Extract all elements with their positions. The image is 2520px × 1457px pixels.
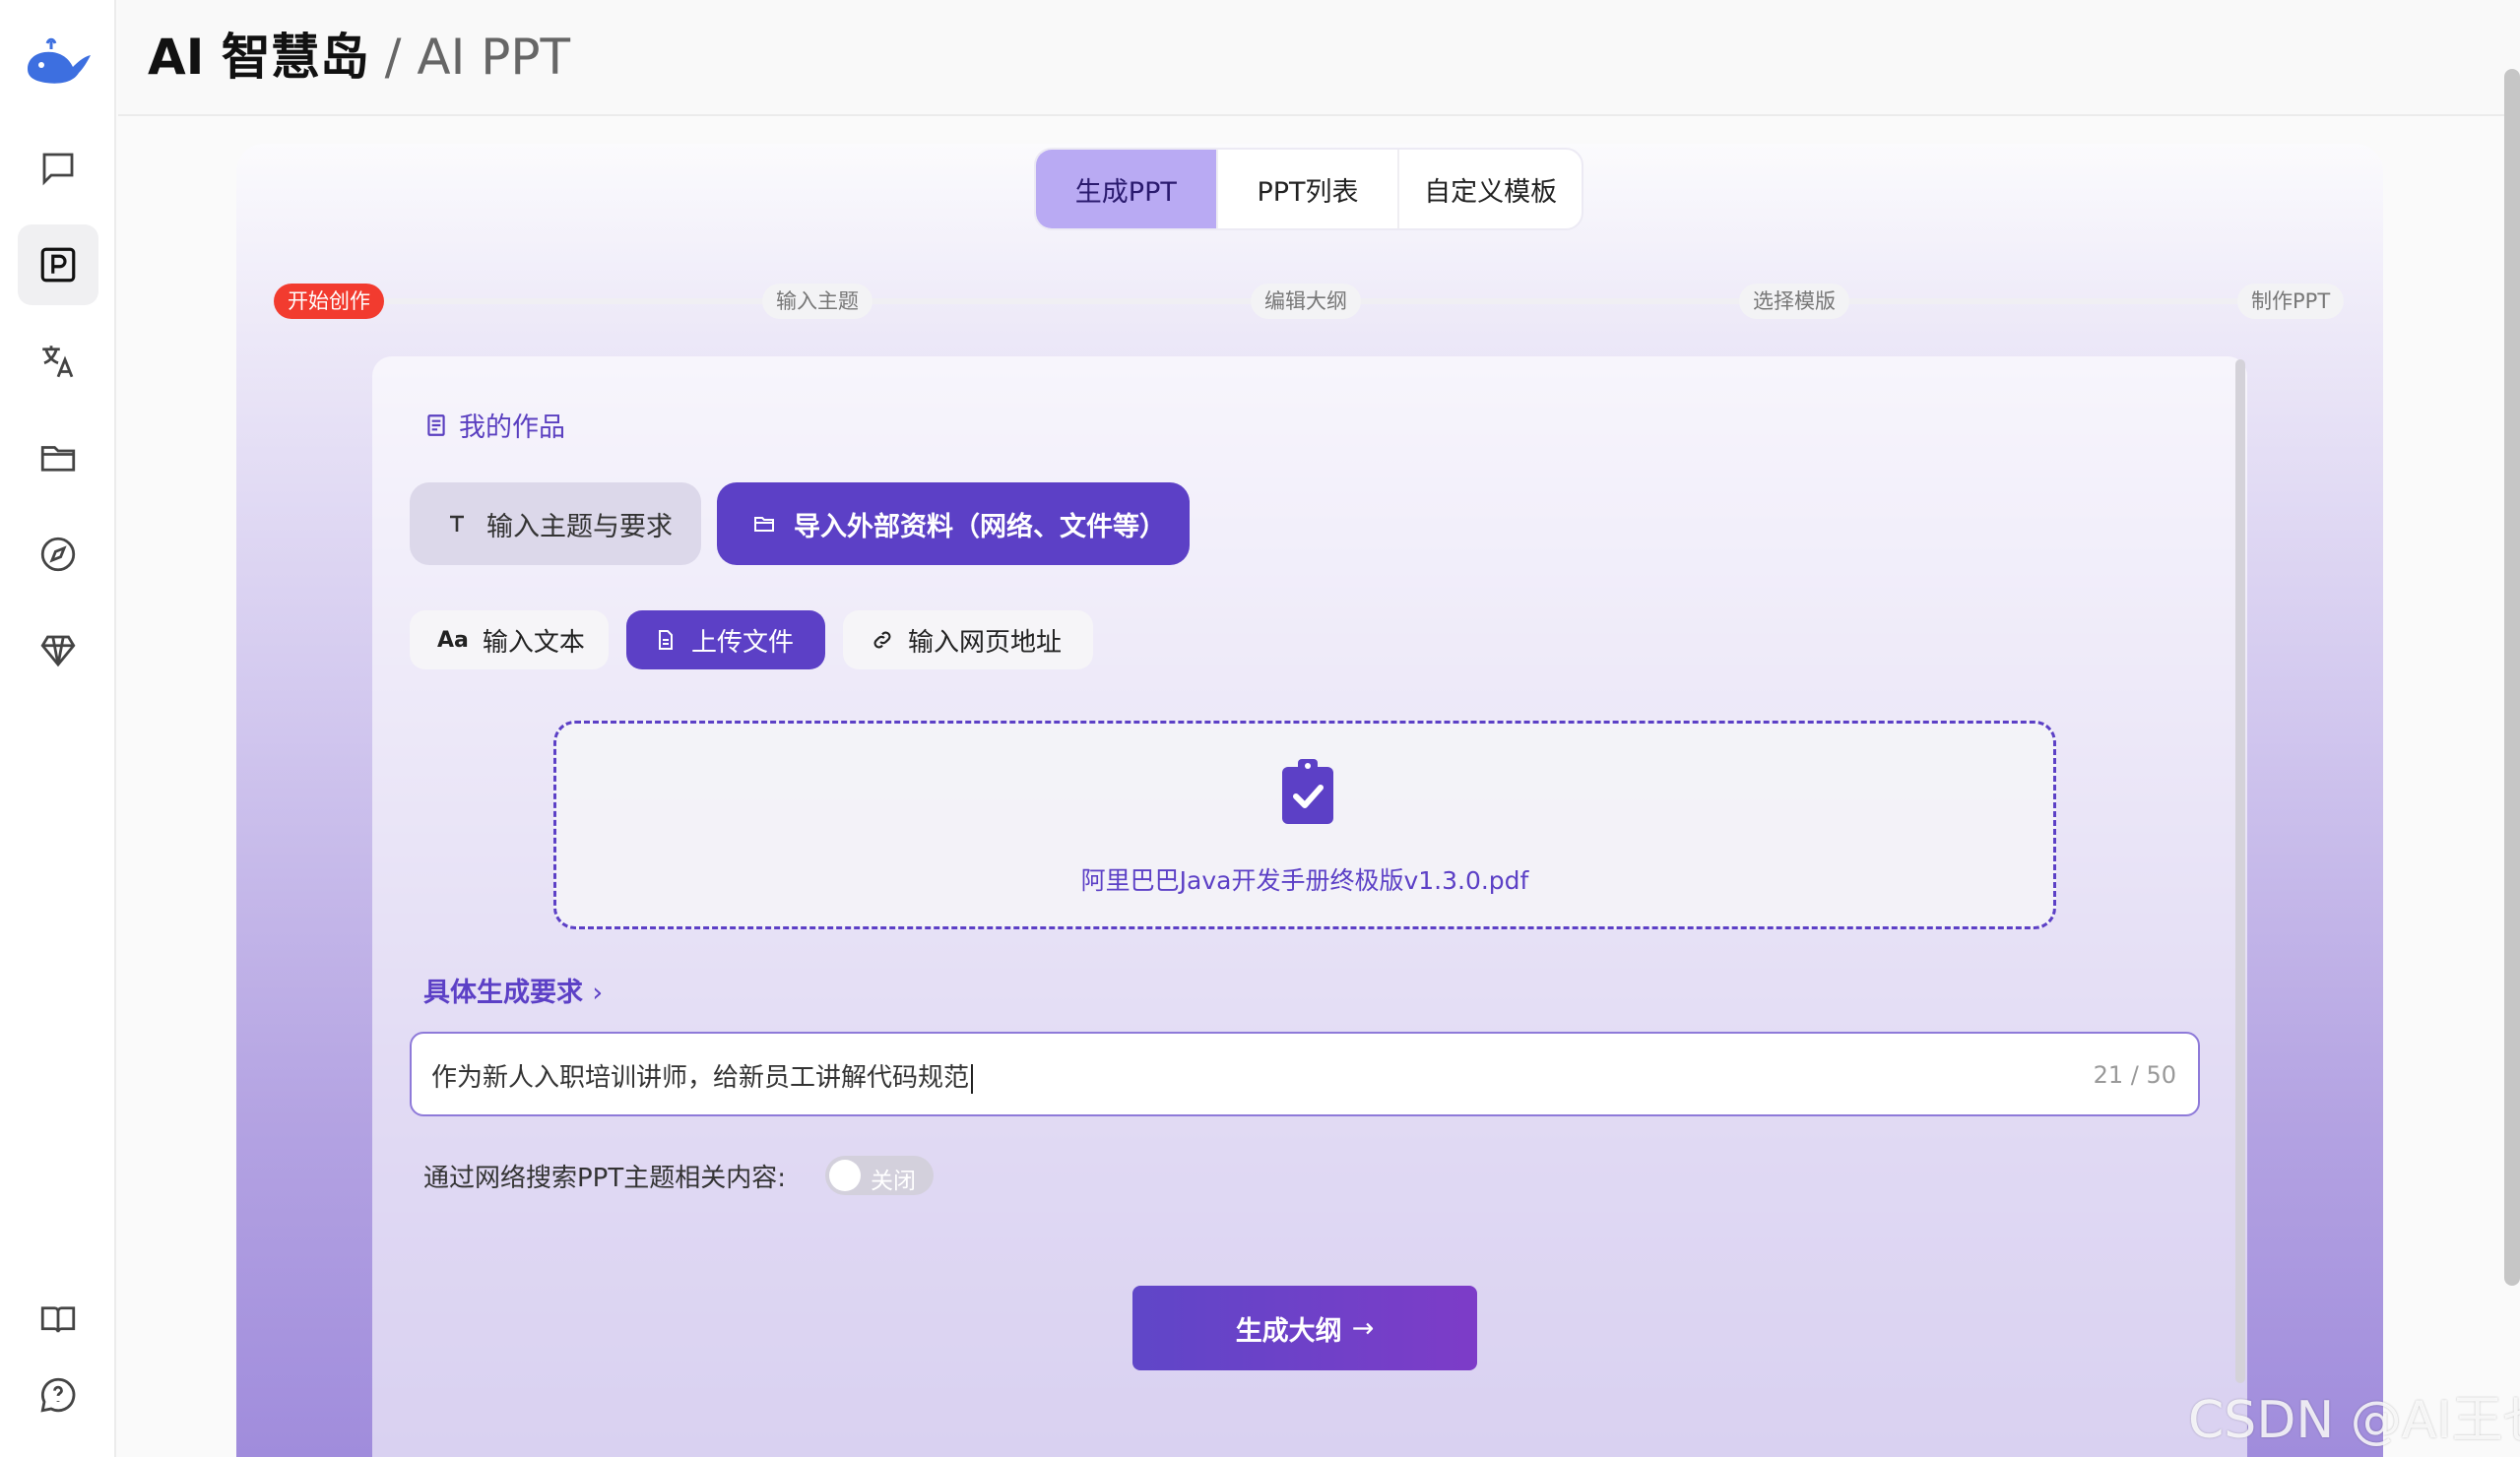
chevron-right-icon: ›: [592, 978, 604, 1008]
section-name: AI PPT: [417, 29, 571, 86]
file-dropzone[interactable]: 阿里巴巴Java开发手册终极版v1.3.0.pdf: [553, 721, 2056, 929]
generate-outline-label: 生成大纲: [1235, 1315, 1342, 1347]
step-topic: 输入主题: [762, 284, 872, 319]
source-url-label: 输入网页地址: [908, 627, 1063, 658]
tab-custom-template[interactable]: 自定义模板: [1399, 150, 1582, 228]
mode-topic-button[interactable]: 输入主题与要求: [410, 482, 701, 565]
folder-icon: [40, 446, 76, 472]
requirement-input[interactable]: 作为新人入职培训讲师，给新员工讲解代码规范 21 / 50: [410, 1032, 2200, 1116]
file-icon: [659, 630, 673, 650]
brand-name: AI 智慧岛: [148, 29, 369, 86]
uploaded-file-name[interactable]: 阿里巴巴Java开发手册终极版v1.3.0.pdf: [556, 861, 2053, 897]
book-icon: [40, 1306, 76, 1333]
ppt-icon: [40, 247, 76, 283]
tab-ppt-list[interactable]: PPT列表: [1218, 150, 1400, 228]
requirement-value: 作为新人入职培训讲师，给新员工讲解代码规范: [431, 1063, 970, 1093]
mode-topic-label: 输入主题与要求: [486, 511, 673, 542]
char-counter: 21 / 50: [2093, 1061, 2176, 1089]
toggle-knob: [829, 1160, 861, 1191]
app-root: AI 智慧岛 / AI PPT 生成PPT PPT列表 自定义模板 开始创作 输…: [0, 0, 2520, 1457]
my-works-link[interactable]: 我的作品: [423, 406, 565, 444]
step-start: 开始创作: [274, 284, 384, 319]
mode-import-label: 导入外部资料（网络、文件等）: [794, 511, 1166, 542]
source-url-button[interactable]: 输入网页地址: [843, 610, 1093, 669]
source-text-label: 输入文本: [482, 627, 585, 658]
mode-import-button[interactable]: 导入外部资料（网络、文件等）: [717, 482, 1190, 565]
requirement-value-wrap: 作为新人入职培训讲师，给新员工讲解代码规范: [431, 1057, 974, 1094]
header: AI 智慧岛 / AI PPT: [118, 0, 2520, 116]
generate-outline-button[interactable]: 生成大纲 →: [1132, 1286, 1477, 1370]
web-search-toggle[interactable]: 关闭: [825, 1156, 934, 1195]
source-text-button[interactable]: Aa 输入文本: [410, 610, 609, 669]
card-scrollbar[interactable]: [2235, 359, 2245, 1383]
compass-icon: [40, 537, 76, 572]
step-outline: 编辑大纲: [1251, 284, 1361, 319]
sidebar-item-ppt[interactable]: [18, 224, 98, 305]
toggle-state-label: 关闭: [871, 1169, 916, 1194]
sidebar: [0, 0, 116, 1457]
folder-open-icon: [754, 517, 774, 532]
text-caret: [971, 1063, 974, 1094]
sidebar-item-explore[interactable]: [18, 514, 98, 595]
sidebar-item-docs[interactable]: [18, 1280, 98, 1361]
watermark: CSDN @AI王也: [2188, 1391, 2520, 1450]
sidebar-item-translate[interactable]: [18, 321, 98, 402]
help-chat-icon: [40, 1377, 76, 1413]
font-aa-icon: Aa: [437, 627, 469, 653]
source-upload-button[interactable]: 上传文件: [626, 610, 825, 669]
my-works-label: 我的作品: [459, 412, 565, 443]
diamond-icon: [40, 635, 76, 667]
sidebar-item-chat[interactable]: [18, 128, 98, 209]
whale-logo-icon[interactable]: [22, 35, 95, 91]
arrow-right-icon: →: [1351, 1312, 1375, 1344]
tab-generate-ppt[interactable]: 生成PPT: [1036, 150, 1218, 228]
step-template: 选择模版: [1739, 284, 1849, 319]
requirement-label: 具体生成要求: [423, 978, 583, 1008]
tab-bar: 生成PPT PPT列表 自定义模板: [1034, 148, 1583, 230]
sidebar-item-files[interactable]: [18, 417, 98, 498]
requirement-toggle[interactable]: 具体生成要求 ›: [423, 971, 603, 1009]
web-search-row: 通过网络搜索PPT主题相关内容: 关闭: [423, 1154, 934, 1197]
translate-icon: [42, 346, 74, 378]
source-upload-label: 上传文件: [691, 627, 795, 658]
sidebar-item-premium[interactable]: [18, 610, 98, 691]
clipboard-check-icon: [1282, 759, 1333, 824]
page-scrollbar[interactable]: [2504, 69, 2520, 1286]
sidebar-item-help[interactable]: [18, 1355, 98, 1435]
document-icon: [427, 413, 445, 436]
link-icon: [873, 631, 891, 649]
title-separator: /: [368, 29, 418, 86]
text-t-icon: [450, 515, 464, 532]
page-title: AI 智慧岛 / AI PPT: [148, 26, 570, 89]
web-search-label: 通过网络搜索PPT主题相关内容:: [423, 1163, 786, 1193]
step-make: 制作PPT: [2237, 284, 2345, 319]
chat-bubble-icon: [42, 153, 74, 186]
